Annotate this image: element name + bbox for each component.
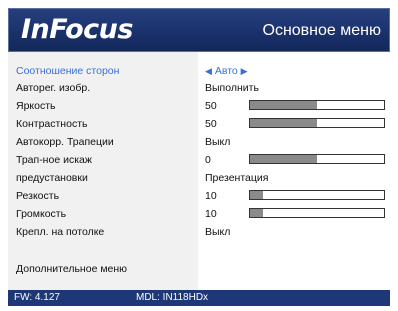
- menu-item-label: Крепл. на потолке: [16, 226, 105, 238]
- menu-item-value: 50: [205, 118, 217, 130]
- model-name: MDL: IN118HDx: [136, 292, 209, 303]
- header-bar: InFocus Основное меню: [8, 8, 390, 52]
- aspect-ratio-selector[interactable]: ◀ Авто ▶: [205, 64, 248, 78]
- slider-fill: [250, 119, 317, 127]
- menu-item-label: Соотношение сторон: [16, 65, 120, 77]
- slider-fill: [250, 155, 317, 163]
- menu-item-label: Яркость: [16, 100, 56, 112]
- menu-title: Основное меню: [262, 22, 382, 39]
- menu-item-label: Резкость: [16, 190, 60, 202]
- menu-item-auto-keystone[interactable]: Автокорр. Трапеции Выкл: [8, 133, 390, 151]
- menu-item-value: 10: [205, 208, 217, 220]
- menu-item-label: Трап-ное искаж: [16, 154, 92, 166]
- menu-body: Соотношение сторон ◀ Авто ▶ Авторег. изо…: [8, 52, 390, 290]
- menu-item-presets[interactable]: предустановки Презентация: [8, 169, 390, 187]
- menu-item-label: Авторег. изобр.: [16, 82, 91, 94]
- keystone-slider[interactable]: [249, 154, 385, 164]
- volume-slider[interactable]: [249, 208, 385, 218]
- menu-item-auto-image[interactable]: Авторег. изобр. Выполнить: [8, 79, 390, 97]
- menu-item-value: Авто: [214, 65, 238, 77]
- firmware-version: FW: 4.127: [14, 292, 60, 303]
- menu-item-label: предустановки: [16, 172, 88, 184]
- menu-item-value[interactable]: Выкл: [205, 135, 230, 149]
- slider-fill: [250, 191, 264, 199]
- sharpness-slider[interactable]: [249, 190, 385, 200]
- menu-item-value[interactable]: Презентация: [205, 171, 268, 185]
- menu-item-contrast[interactable]: Контрастность 50: [8, 115, 390, 133]
- advanced-menu-link[interactable]: Дополнительное меню: [16, 262, 127, 276]
- menu-item-aspect-ratio[interactable]: Соотношение сторон ◀ Авто ▶: [8, 62, 390, 80]
- menu-item-keystone[interactable]: Трап-ное искаж 0: [8, 151, 390, 169]
- menu-item-advanced[interactable]: Дополнительное меню: [8, 260, 390, 278]
- menu-item-label: Громкость: [16, 208, 67, 220]
- status-footer: FW: 4.127 MDL: IN118HDx: [8, 290, 390, 306]
- menu-item-brightness[interactable]: Яркость 50: [8, 97, 390, 115]
- brightness-slider[interactable]: [249, 100, 385, 110]
- slider-fill: [250, 209, 264, 217]
- arrow-left-icon[interactable]: ◀: [205, 66, 212, 76]
- menu-item-label: Контрастность: [16, 118, 88, 130]
- menu-item-value: 50: [205, 100, 217, 112]
- menu-item-sharpness[interactable]: Резкость 10: [8, 187, 390, 205]
- menu-item-volume[interactable]: Громкость 10: [8, 205, 390, 223]
- arrow-right-icon[interactable]: ▶: [241, 66, 248, 76]
- menu-item-value[interactable]: Выполнить: [205, 81, 259, 95]
- slider-fill: [250, 101, 317, 109]
- contrast-slider[interactable]: [249, 118, 385, 128]
- menu-item-value[interactable]: Выкл: [205, 225, 230, 239]
- menu-item-value: 0: [205, 154, 211, 166]
- infocus-logo: InFocus: [21, 14, 133, 45]
- menu-item-label: Автокорр. Трапеции: [16, 136, 114, 148]
- projector-osd: InFocus Основное меню Соотношение сторон…: [0, 0, 398, 311]
- menu-item-value: 10: [205, 190, 217, 202]
- menu-item-ceiling-mount[interactable]: Крепл. на потолке Выкл: [8, 223, 390, 241]
